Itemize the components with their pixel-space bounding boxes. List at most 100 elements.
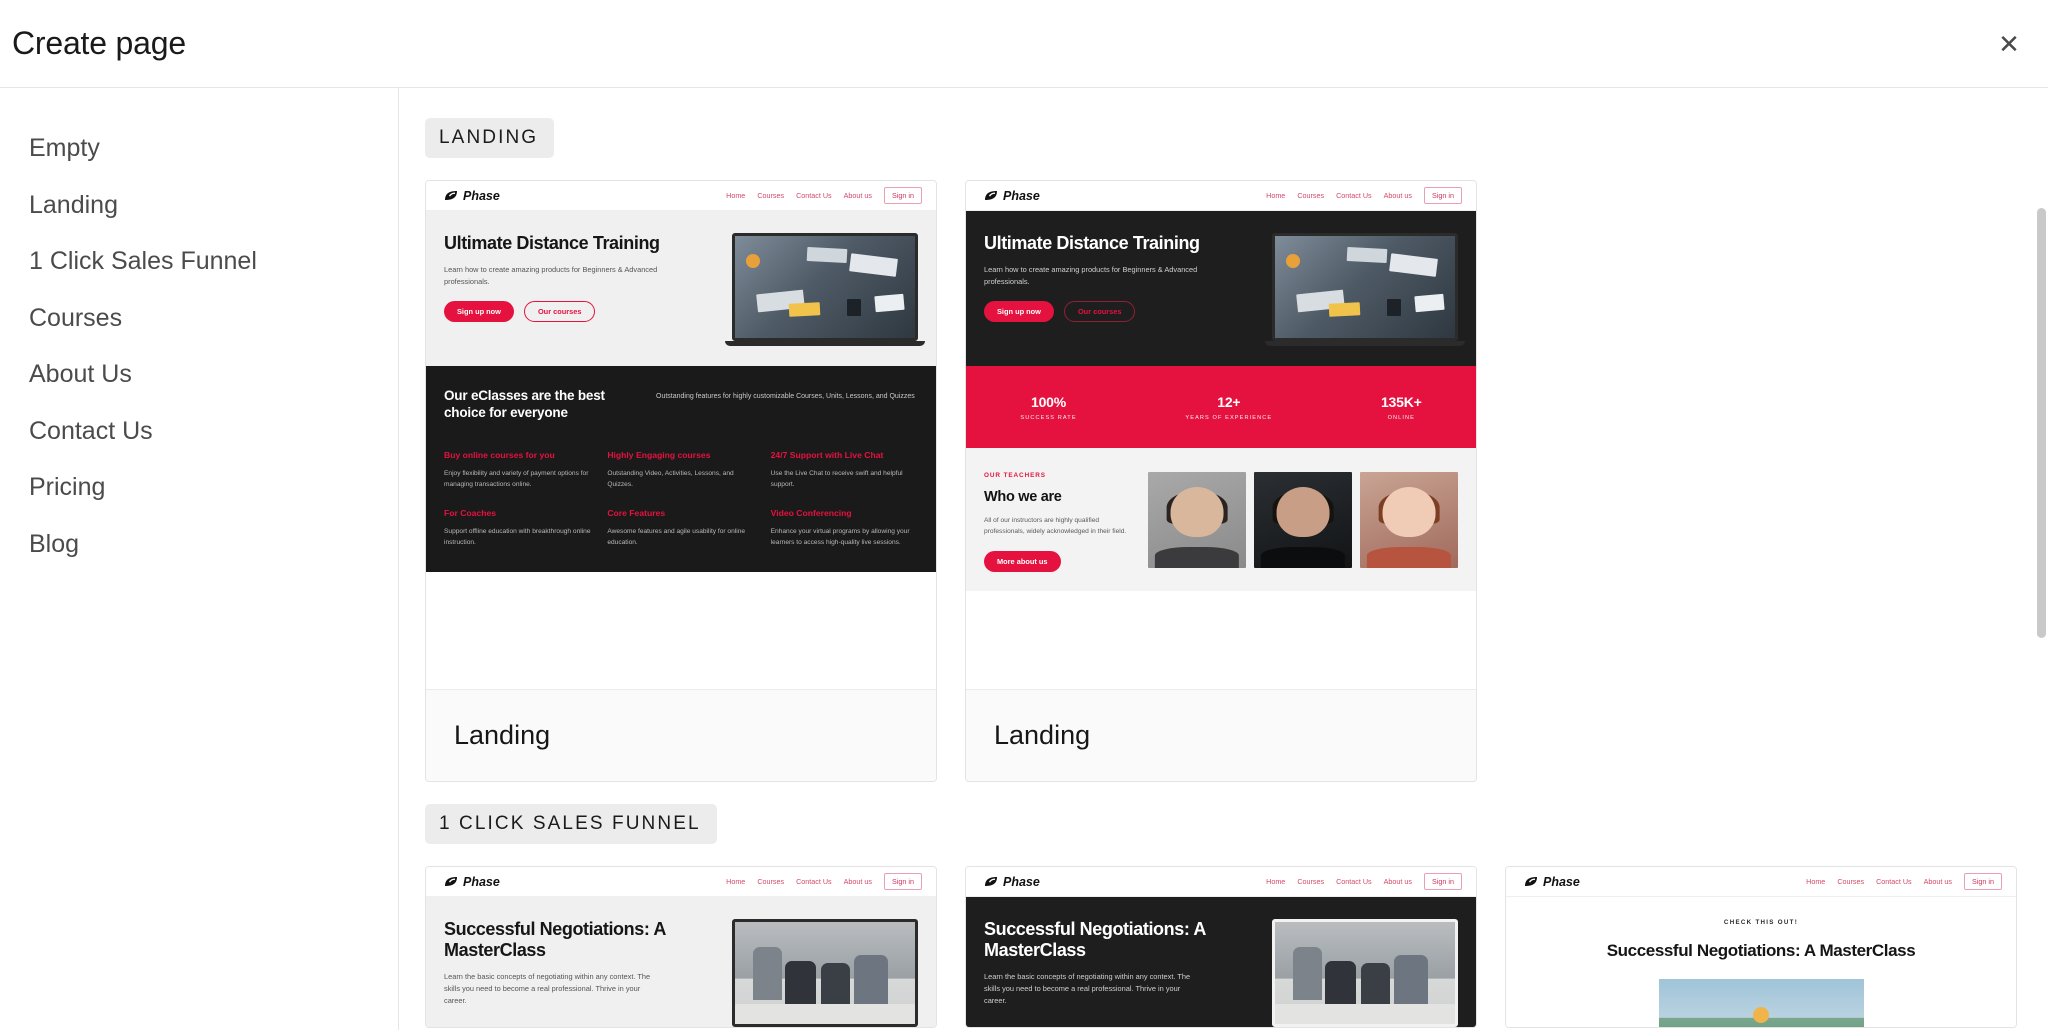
template-preview: Phase Home Courses Contact Us About us S… — [1506, 867, 2016, 1027]
preview-features-intro: Outstanding features for highly customiz… — [656, 393, 915, 400]
scrollbar-thumb[interactable] — [2037, 208, 2046, 638]
page-title: Create page — [12, 25, 186, 61]
preview-nav-about-us[interactable]: About us — [844, 191, 872, 200]
preview-feature-item: For Coaches Support offline education wi… — [444, 508, 591, 548]
laptop-mockup-image — [725, 233, 925, 346]
preview-hero: Successful Negotiations: A MasterClass L… — [966, 897, 1476, 1027]
preview-hero-kicker: CHECK THIS OUT! — [1723, 919, 1799, 926]
sidebar-item-about-us[interactable]: About Us — [0, 346, 398, 403]
preview-hero-subtitle: Learn how to create amazing products for… — [984, 264, 1198, 287]
sidebar-item-contact-us[interactable]: Contact Us — [0, 403, 398, 460]
preview-stat-label: ONLINE — [1387, 414, 1415, 421]
modal-header: Create page ✕ — [0, 0, 2048, 88]
preview-feature-desc: Support offline education with breakthro… — [444, 528, 591, 547]
preview-hero-subtitle: Learn the basic concepts of negotiating … — [984, 971, 1191, 1006]
preview-nav-about-us[interactable]: About us — [1384, 191, 1412, 200]
modal-body: Empty Landing 1 Click Sales Funnel Cours… — [0, 88, 2048, 1030]
preview-signup-button[interactable]: Sign up now — [984, 301, 1054, 323]
preview-stat-value: 135K+ — [1380, 393, 1422, 410]
preview-nav-about-us[interactable]: About us — [1384, 877, 1412, 886]
preview-brand-name: Phase — [1003, 874, 1040, 889]
preview-nav-courses[interactable]: Courses — [1297, 191, 1324, 200]
template-card[interactable]: Phase Home Courses Contact Us About us S… — [965, 180, 1477, 782]
preview-nav-about-us[interactable]: About us — [844, 877, 872, 886]
preview-nav-home[interactable]: Home — [1266, 191, 1285, 200]
preview-feature-item: Buy online courses for you Enjoy flexibi… — [444, 450, 591, 490]
preview-nav-contact-us[interactable]: Contact Us — [1336, 877, 1372, 886]
template-card[interactable]: Phase Home Courses Contact Us About us S… — [1505, 866, 2017, 1028]
template-card-footer: Landing — [966, 689, 1476, 781]
template-card-label: Landing — [454, 720, 551, 750]
laptop-mockup-image — [1265, 233, 1465, 346]
template-card[interactable]: Phase Home Courses Contact Us About us S… — [425, 866, 937, 1028]
preview-nav-home[interactable]: Home — [1266, 877, 1285, 886]
preview-more-about-us-button[interactable]: More about us — [984, 551, 1061, 573]
preview-feature-desc: Use the Live Chat to receive swift and h… — [770, 469, 903, 488]
preview-nav-home[interactable]: Home — [726, 877, 745, 886]
preview-teachers-kicker: OUR TEACHERS — [984, 472, 1046, 479]
preview-nav-courses[interactable]: Courses — [757, 191, 784, 200]
preview-signup-button[interactable]: Sign up now — [444, 301, 514, 323]
preview-hero: Successful Negotiations: A MasterClass L… — [426, 897, 936, 1027]
preview-signin-button[interactable]: Sign in — [1964, 873, 2002, 890]
preview-nav-contact-us[interactable]: Contact Us — [1336, 191, 1372, 200]
preview-nav-contact-us[interactable]: Contact Us — [1876, 877, 1912, 886]
template-grid-landing: Phase Home Courses Contact Us About us S… — [407, 180, 2048, 782]
template-card[interactable]: Phase Home Courses Contact Us About us S… — [425, 180, 937, 782]
preview-features-section: Our eClasses are the best choice for eve… — [426, 366, 936, 573]
preview-hero-subtitle: Learn how to create amazing products for… — [444, 264, 658, 287]
preview-hero: Ultimate Distance Training Learn how to … — [426, 211, 936, 366]
preview-nav-courses[interactable]: Courses — [1837, 877, 1864, 886]
preview-brand-name: Phase — [463, 188, 500, 203]
preview-navbar: Phase Home Courses Contact Us About us S… — [426, 181, 936, 211]
sidebar-item-blog[interactable]: Blog — [0, 516, 398, 573]
preview-courses-button[interactable]: Our courses — [523, 301, 596, 323]
group-1-click-sales-funnel: 1 CLICK SALES FUNNEL Phase Home Courses … — [407, 804, 2048, 1028]
laptop-mockup-image — [1272, 919, 1458, 1027]
preview-stat-value: 12+ — [1217, 393, 1241, 410]
content-scrollbar[interactable] — [2037, 88, 2046, 1030]
preview-nav-contact-us[interactable]: Contact Us — [796, 191, 832, 200]
sidebar-item-courses[interactable]: Courses — [0, 290, 398, 347]
template-preview: Phase Home Courses Contact Us About us S… — [966, 867, 1476, 1027]
group-label-1-click-sales-funnel: 1 CLICK SALES FUNNEL — [425, 804, 717, 844]
preview-stat: 12+ YEARS OF EXPERIENCE — [1185, 394, 1272, 421]
preview-nav-about-us[interactable]: About us — [1924, 877, 1952, 886]
preview-feature-item: 24/7 Support with Live Chat Use the Live… — [771, 450, 918, 490]
teacher-portrait-image — [1254, 472, 1352, 568]
preview-signin-button[interactable]: Sign in — [884, 873, 922, 890]
preview-teachers-section: OUR TEACHERS Who we are All of our instr… — [966, 448, 1476, 592]
preview-nav-courses[interactable]: Courses — [1297, 877, 1324, 886]
close-icon[interactable]: ✕ — [1992, 27, 2026, 61]
preview-feature-item: Core Features Awesome features and agile… — [607, 508, 754, 548]
preview-courses-button[interactable]: Our courses — [1063, 301, 1136, 323]
preview-signin-button[interactable]: Sign in — [1424, 873, 1462, 890]
preview-nav-courses[interactable]: Courses — [757, 877, 784, 886]
preview-brand-name: Phase — [1003, 188, 1040, 203]
preview-nav-links: Home Courses Contact Us About us Sign in — [1806, 873, 2002, 890]
teacher-portrait-image — [1360, 472, 1458, 568]
template-gallery[interactable]: LANDING Phase Home Courses Contact Us Ab… — [399, 88, 2048, 1030]
preview-nav-contact-us[interactable]: Contact Us — [796, 877, 832, 886]
preview-feature-title: Highly Engaging courses — [607, 449, 711, 460]
preview-hero-title: Successful Negotiations: A MasterClass — [1606, 941, 1916, 960]
preview-signin-button[interactable]: Sign in — [1424, 187, 1462, 204]
preview-nav-home[interactable]: Home — [1806, 877, 1825, 886]
template-preview: Phase Home Courses Contact Us About us S… — [426, 181, 936, 689]
phase-logo-icon: Phase — [444, 875, 500, 889]
preview-nav-links: Home Courses Contact Us About us Sign in — [726, 873, 922, 890]
preview-hero-title: Successful Negotiations: A MasterClass — [984, 919, 1206, 960]
template-card[interactable]: Phase Home Courses Contact Us About us S… — [965, 866, 1477, 1028]
sidebar-item-pricing[interactable]: Pricing — [0, 459, 398, 516]
sidebar-item-landing[interactable]: Landing — [0, 177, 398, 234]
preview-signin-button[interactable]: Sign in — [884, 187, 922, 204]
preview-feature-desc: Enjoy flexibility and variety of payment… — [444, 469, 589, 488]
preview-nav-home[interactable]: Home — [726, 191, 745, 200]
preview-feature-title: For Coaches — [444, 508, 497, 519]
phase-logo-icon: Phase — [444, 189, 500, 203]
laptop-mockup-image — [732, 919, 918, 1027]
preview-stats-band: 100% SUCCESS RATE 12+ YEARS OF EXPERIENC… — [966, 366, 1476, 448]
preview-nav-links: Home Courses Contact Us About us Sign in — [1266, 187, 1462, 204]
sidebar-item-1-click-sales-funnel[interactable]: 1 Click Sales Funnel — [0, 233, 398, 290]
sidebar-item-empty[interactable]: Empty — [0, 120, 398, 177]
